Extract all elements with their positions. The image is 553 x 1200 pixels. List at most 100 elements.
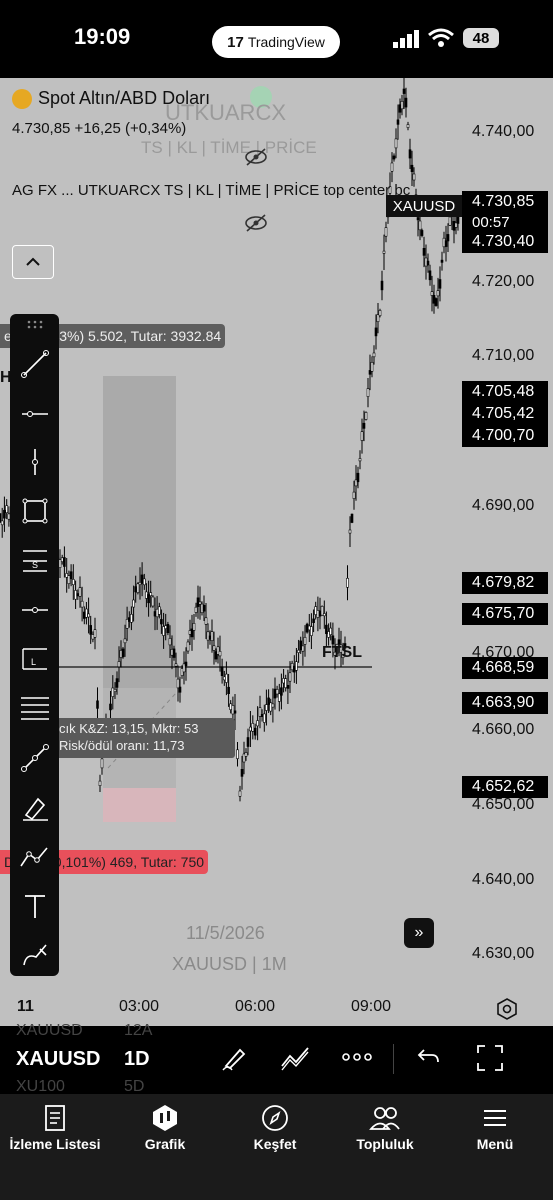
candle-body: [80, 600, 84, 608]
time-label: 11: [17, 998, 34, 1015]
trend-line-tool-icon[interactable]: [10, 344, 59, 384]
indicators-icon[interactable]: [280, 1044, 310, 1072]
horizontal-ray-tool-icon[interactable]: [10, 590, 59, 630]
candle-body: [282, 678, 285, 684]
price-tick: 4.630,00: [472, 945, 535, 962]
candle-body: [312, 618, 315, 624]
compass-icon: [262, 1105, 288, 1131]
candle-body: [310, 626, 313, 636]
nav-menu[interactable]: Menü: [440, 1104, 550, 1152]
status-bar: 19:09 ⁠17 TradingView 48: [0, 0, 553, 78]
candle-body: [246, 737, 250, 747]
candle-body: [87, 613, 90, 618]
rectangle-tool-icon[interactable]: [10, 491, 59, 531]
bottom-navigation[interactable]: İzleme Listesi Grafik Keşfet Topluluk Me…: [0, 1094, 553, 1200]
candle-body: [271, 703, 275, 708]
candle-body: [151, 596, 155, 607]
candle-body: [277, 693, 281, 702]
candle-body: [400, 100, 404, 110]
forecast-tool-icon[interactable]: [10, 837, 59, 877]
nav-community[interactable]: Topluluk: [330, 1104, 440, 1152]
candle-body: [225, 673, 228, 683]
candle-body: [249, 726, 252, 732]
candle-body: [412, 173, 416, 181]
candle-body: [356, 472, 360, 483]
collapse-legend-button[interactable]: [12, 245, 54, 279]
drag-handle-icon[interactable]: [10, 314, 59, 334]
candle-body: [238, 790, 242, 797]
price-badge: 4.663,90: [462, 692, 548, 714]
fib-retracement-tool-icon[interactable]: [10, 688, 59, 728]
candle-body: [147, 594, 150, 604]
candle-body: [253, 727, 257, 736]
time-axis[interactable]: 11 03:00 06:00 09:00: [0, 988, 553, 1028]
vertical-line-tool-icon[interactable]: [10, 442, 59, 482]
candle-body: [240, 768, 244, 777]
candle-body: [392, 155, 396, 160]
risk-reward-label[interactable]: cık K&Z: 13,15, Mktr: 53 Risk/ödül oranı…: [55, 718, 235, 758]
countdown-badge: 00:57: [462, 211, 548, 233]
toolbar-divider: [393, 1044, 394, 1074]
candle-body: [438, 279, 442, 289]
candle-body: [446, 234, 450, 242]
candle-body: [380, 280, 384, 291]
candle-body: [128, 617, 131, 622]
symbol-selector[interactable]: XAUUSD: [16, 1048, 100, 1071]
candle-body: [382, 250, 386, 254]
candle-body: [290, 662, 294, 671]
interval-selector[interactable]: 1D: [124, 1048, 150, 1071]
brush-tool-icon[interactable]: [10, 788, 59, 828]
hamburger-menu-icon: [484, 1110, 506, 1126]
undo-icon[interactable]: [416, 1044, 442, 1070]
eye-hidden-icon[interactable]: [244, 214, 268, 237]
eraser-tool-icon[interactable]: [10, 934, 59, 974]
community-icon: [369, 1107, 400, 1130]
candle-body: [346, 577, 349, 588]
candle-body: [284, 678, 288, 689]
candle-body: [113, 688, 117, 692]
drawing-toolbar[interactable]: S L: [10, 314, 59, 976]
nav-chart[interactable]: Grafik: [110, 1104, 220, 1152]
candle-body: [378, 310, 382, 316]
candle-body: [149, 592, 152, 596]
long-position-tool-icon[interactable]: L: [10, 639, 59, 679]
path-tool-icon[interactable]: [10, 738, 59, 778]
candle-body: [153, 611, 157, 617]
price-badge: 4.652,62: [462, 776, 548, 798]
rr-line-2: Risk/ödül oranı: 11,73: [59, 738, 185, 753]
price-badge: 4.675,70: [462, 603, 548, 625]
candle-body: [214, 651, 218, 660]
candle-body: [372, 352, 376, 358]
bottom-toolbar[interactable]: XAUUSD 12A XU100 5D XAUUSD 1D: [0, 1022, 553, 1095]
settings-icon[interactable]: [496, 998, 518, 1020]
candle-body: [117, 661, 121, 668]
candle-body: [394, 138, 398, 149]
app-pill[interactable]: ⁠17 TradingView: [212, 26, 340, 58]
candle-body: [63, 557, 66, 567]
candle-body: [134, 586, 137, 593]
candle-body: [145, 591, 148, 599]
candle-body: [358, 458, 362, 462]
candle-body: [100, 758, 104, 769]
candle-body: [136, 583, 140, 593]
chart-area[interactable]: Spot Altın/ABD Doları UTKUARCX TS | KL |…: [0, 78, 553, 1094]
parallel-channel-tool-icon[interactable]: S: [10, 541, 59, 581]
nav-explore[interactable]: Keşfet: [220, 1104, 330, 1152]
draw-pen-icon[interactable]: [220, 1044, 248, 1072]
candle-body: [292, 665, 296, 673]
price-badge: 4.679,82: [462, 572, 548, 594]
nav-watchlist[interactable]: İzleme Listesi: [0, 1104, 110, 1152]
candle-body: [364, 412, 368, 420]
eye-hidden-icon[interactable]: [244, 148, 268, 171]
scroll-to-realtime-button[interactable]: »: [404, 918, 434, 948]
horizontal-line-tool-icon[interactable]: [10, 394, 59, 434]
text-tool-icon[interactable]: [10, 886, 59, 926]
candle-body: [174, 663, 178, 667]
more-icon[interactable]: [342, 1052, 372, 1062]
nav-label: Topluluk: [356, 1136, 414, 1152]
candle-body: [74, 590, 77, 600]
candle-body: [172, 648, 176, 658]
fullscreen-icon[interactable]: [476, 1044, 504, 1072]
candle-body: [295, 661, 298, 671]
price-change-line: 4.730,85 +16,25 (+0,34%): [12, 120, 187, 137]
